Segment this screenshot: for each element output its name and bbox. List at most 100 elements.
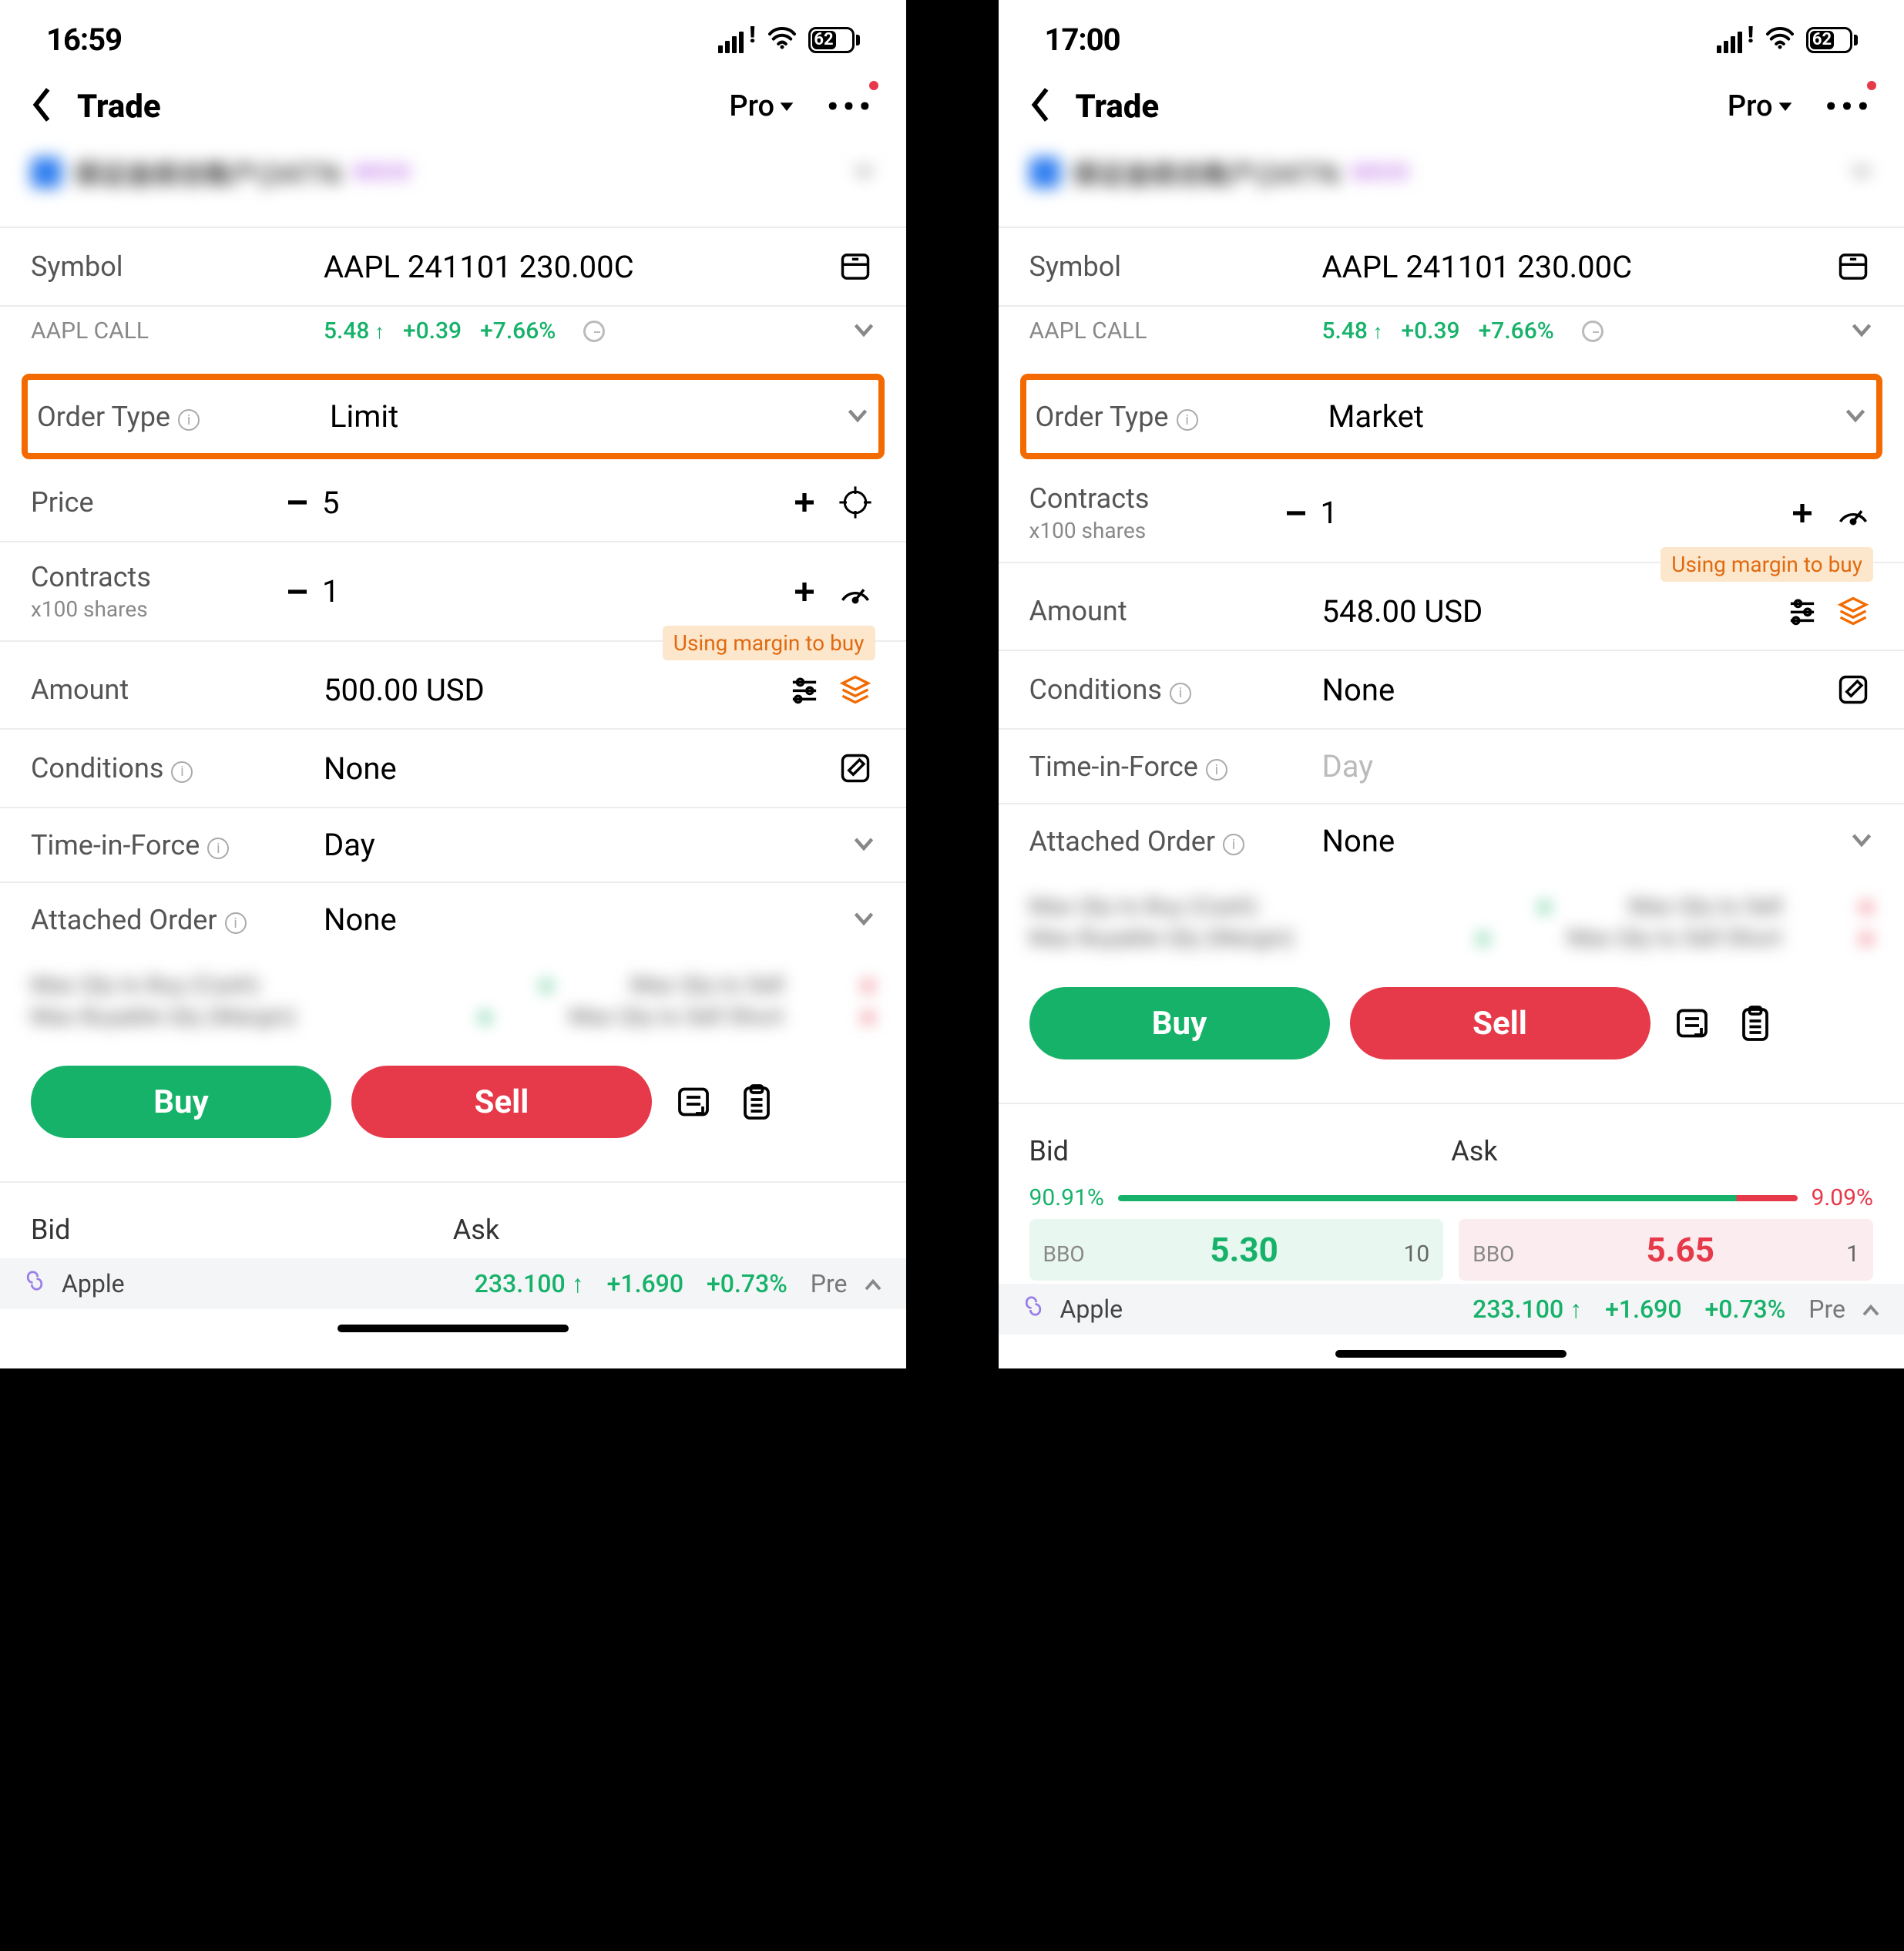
info-icon[interactable]: i	[1223, 834, 1244, 855]
contracts-input[interactable]: 1	[1316, 495, 1783, 531]
attached-order-row[interactable]: Attached Orderi None	[999, 804, 1904, 878]
conditions-value: None	[1322, 672, 1823, 708]
attached-order-value: None	[1322, 823, 1851, 859]
order-list-icon[interactable]	[1671, 1002, 1714, 1045]
order-type-row[interactable]: Order Typei Market	[1026, 380, 1877, 453]
info-icon[interactable]: i	[1206, 759, 1227, 781]
quote-values: 5.48 ↑ +0.39 +7.66%	[1322, 317, 1603, 344]
layers-icon[interactable]	[1833, 591, 1873, 631]
chevron-down-icon	[1850, 163, 1873, 183]
edit-icon[interactable]	[835, 748, 875, 788]
contracts-decrement[interactable]	[277, 572, 317, 612]
attached-order-label: Attached Orderi	[1029, 825, 1322, 858]
footer-values: 233.100 ↑ +1.690 +0.73% Pre	[1472, 1295, 1845, 1324]
more-button[interactable]: •••	[827, 89, 875, 125]
amount-label: Amount	[1029, 595, 1322, 627]
contracts-input[interactable]: 1	[317, 573, 784, 609]
status-bar: 17:00 ! 62	[999, 0, 1904, 65]
status-time: 16:59	[46, 22, 122, 58]
settings-sliders-icon[interactable]	[784, 670, 824, 710]
back-button[interactable]	[1029, 87, 1053, 126]
edit-icon[interactable]	[1833, 670, 1873, 710]
status-right: ! 62	[1717, 22, 1858, 58]
tif-row: Time-in-Forcei Day	[999, 730, 1904, 804]
info-icon[interactable]: i	[171, 761, 193, 783]
account-name: 保证金综合账户(24776	[1073, 153, 1340, 191]
chevron-down-icon	[852, 163, 875, 183]
price-decrement[interactable]	[277, 482, 317, 522]
info-icon[interactable]: i	[1177, 409, 1198, 431]
up-arrow-icon: ↑	[566, 1269, 584, 1298]
bid-label: Bid	[1029, 1135, 1452, 1167]
home-indicator	[1335, 1350, 1567, 1358]
info-icon[interactable]: i	[225, 912, 247, 934]
layers-icon[interactable]	[835, 670, 875, 710]
buy-button[interactable]: Buy	[31, 1066, 331, 1138]
price-target-icon[interactable]	[835, 482, 875, 522]
symbol-label: Symbol	[1029, 250, 1322, 283]
contracts-increment[interactable]	[1782, 493, 1822, 533]
account-avatar-icon	[1029, 157, 1060, 188]
gauge-icon[interactable]	[835, 572, 875, 612]
quote-row[interactable]: AAPL CALL 5.48 ↑ +0.39 +7.66%	[999, 307, 1904, 363]
symbol-selector-icon[interactable]	[835, 247, 875, 287]
attached-order-row[interactable]: Attached Orderi None	[0, 883, 906, 956]
footer-name: Apple	[62, 1269, 125, 1298]
quote-row[interactable]: AAPL CALL 5.48 ↑ +0.39 +7.66%	[0, 307, 906, 363]
gauge-icon[interactable]	[1833, 493, 1873, 533]
notification-dot-icon	[869, 81, 878, 90]
order-list-icon[interactable]	[672, 1080, 715, 1123]
info-icon[interactable]: i	[207, 838, 229, 859]
account-selector[interactable]: 保证金综合账户(24776 MOCK	[0, 141, 906, 227]
clipboard-icon[interactable]	[735, 1080, 778, 1123]
footer-quote[interactable]: Apple 233.100 ↑ +1.690 +0.73% Pre	[999, 1284, 1904, 1335]
price-input[interactable]: 5	[317, 485, 784, 521]
info-icon[interactable]: i	[178, 409, 200, 431]
symbol-value: AAPL 241101 230.00C	[1322, 249, 1823, 285]
tif-row[interactable]: Time-in-Forcei Day	[0, 808, 906, 883]
quote-label: AAPL CALL	[31, 317, 324, 344]
clock-icon	[583, 321, 605, 342]
notification-dot-icon	[1867, 81, 1876, 90]
symbol-value: AAPL 241101 230.00C	[324, 249, 824, 285]
sell-button[interactable]: Sell	[1350, 987, 1650, 1059]
settings-sliders-icon[interactable]	[1782, 591, 1822, 631]
price-row: Price 5	[0, 464, 906, 542]
footer-quote[interactable]: Apple 233.100 ↑ +1.690 +0.73% Pre	[0, 1258, 906, 1309]
account-badge: MOCK	[354, 161, 411, 184]
status-bar: 16:59 ! 62	[0, 0, 906, 65]
amount-value: 500.00 USD	[324, 672, 774, 708]
home-indicator	[337, 1325, 569, 1332]
pro-toggle[interactable]: Pro	[729, 89, 796, 123]
price-increment[interactable]	[784, 482, 824, 522]
chevron-down-icon	[846, 407, 869, 427]
symbol-row[interactable]: Symbol AAPL 241101 230.00C	[0, 228, 906, 307]
more-button[interactable]: •••	[1825, 89, 1873, 125]
chevron-down-icon	[1844, 407, 1867, 427]
margin-badge: Using margin to buy	[663, 626, 875, 660]
up-arrow-icon: ↑	[1563, 1295, 1582, 1324]
pro-toggle[interactable]: Pro	[1728, 89, 1795, 123]
ratio-bar	[1118, 1195, 1798, 1201]
symbol-row[interactable]: Symbol AAPL 241101 230.00C	[999, 228, 1904, 307]
conditions-row[interactable]: Conditionsi None	[0, 730, 906, 808]
back-button[interactable]	[31, 87, 54, 126]
clipboard-icon[interactable]	[1734, 1002, 1777, 1045]
buy-button[interactable]: Buy	[1029, 987, 1330, 1059]
order-type-value: Market	[1328, 398, 1845, 435]
tif-value: Day	[1322, 748, 1874, 784]
contracts-increment[interactable]	[784, 572, 824, 612]
order-type-row[interactable]: Order Typei Limit	[28, 380, 878, 453]
status-time: 17:00	[1045, 22, 1120, 58]
sell-button[interactable]: Sell	[351, 1066, 652, 1138]
info-icon[interactable]: i	[1170, 683, 1191, 704]
ask-pct: 9.09%	[1812, 1184, 1873, 1211]
contracts-decrement[interactable]	[1276, 493, 1316, 533]
ask-label: Ask	[453, 1214, 875, 1246]
conditions-row[interactable]: Conditionsi None	[999, 651, 1904, 730]
symbol-selector-icon[interactable]	[1833, 247, 1873, 287]
account-selector[interactable]: 保证金综合账户(24776 MOCK	[999, 141, 1904, 227]
battery-icon: 62	[808, 27, 860, 53]
bbo-bid[interactable]: BBO 5.30 10	[1029, 1219, 1444, 1281]
bbo-ask[interactable]: BBO 5.65 1	[1459, 1219, 1873, 1281]
